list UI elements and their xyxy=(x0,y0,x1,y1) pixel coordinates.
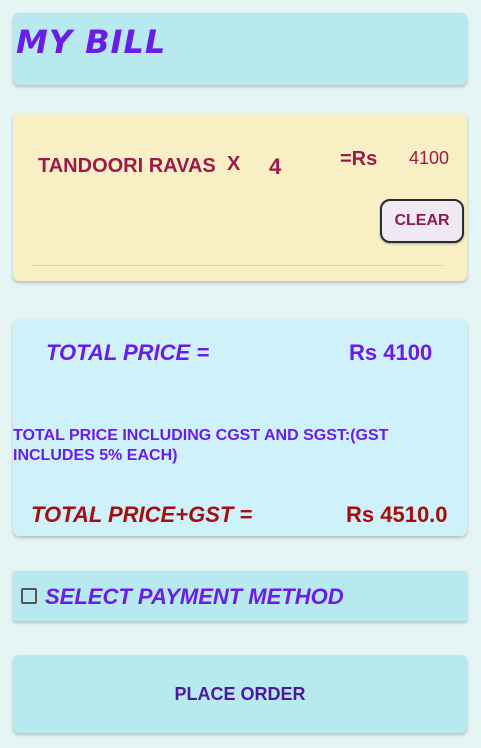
total-gst-value: Rs 4510.0 xyxy=(346,502,448,527)
page-title: MY BILL xyxy=(16,23,167,61)
payment-checkbox[interactable] xyxy=(21,588,37,604)
total-price-value: Rs 4100 xyxy=(349,340,433,365)
item-price: 4100 xyxy=(409,148,450,168)
total-gst-label: TOTAL PRICE+GST = xyxy=(31,502,253,527)
item-multiply-sign: X xyxy=(227,153,241,175)
payment-method-label[interactable]: SELECT PAYMENT METHOD xyxy=(45,584,344,610)
clear-button[interactable]: CLEAR xyxy=(380,199,464,243)
bill-item-card: TANDOORI RAVAS X 4 =Rs 4100 CLEAR xyxy=(13,113,467,281)
place-order-button[interactable]: PLACE ORDER xyxy=(13,655,467,733)
item-equals-rs: =Rs xyxy=(340,148,378,170)
item-quantity: 4 xyxy=(269,154,282,179)
gst-note: TOTAL PRICE INCLUDING CGST AND SGST:(GST… xyxy=(13,427,389,464)
payment-method-checkbox-row[interactable]: SELECT PAYMENT METHOD xyxy=(13,571,467,621)
header-card: MY BILL xyxy=(13,13,467,85)
totals-card: TOTAL PRICE = Rs 4100 TOTAL PRICE INCLUD… xyxy=(13,319,467,536)
total-price-label: TOTAL PRICE = xyxy=(46,340,210,365)
item-divider xyxy=(33,265,443,266)
item-name: TANDOORI RAVAS xyxy=(38,155,216,177)
